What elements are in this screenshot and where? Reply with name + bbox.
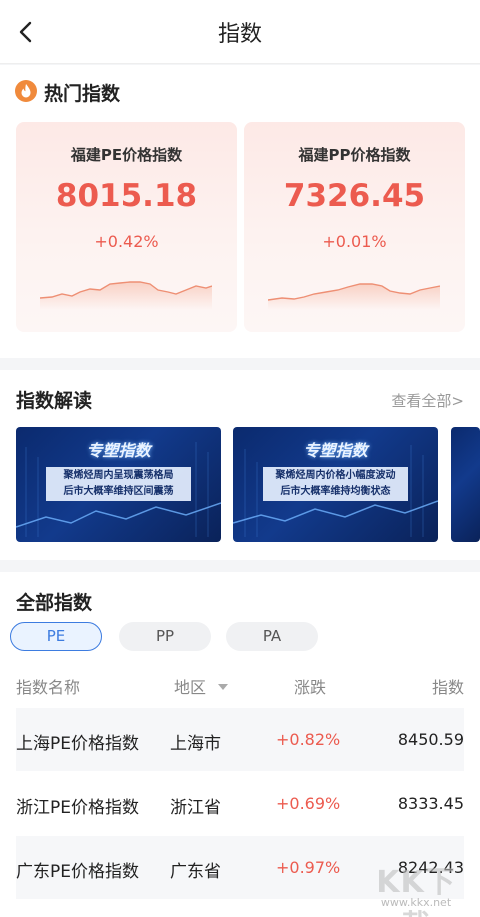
sparkline-chart [268, 283, 440, 310]
banner-title: 专塑指数 [86, 441, 151, 460]
column-header-region[interactable]: 地区 [174, 674, 206, 698]
table-row[interactable]: 上海PE价格指数 上海市 +0.82% 8450.59 [16, 708, 464, 771]
card-index-value: 8015.18 [55, 178, 198, 214]
index-reading-section: 指数解读 查看全部> 专塑指数 聚烯烃周内呈现震荡格局 后市大概率维持区间震荡 … [0, 370, 480, 560]
row-value: 8333.45 [397, 794, 464, 813]
row-region: 浙江省 [170, 798, 221, 818]
tab-pe[interactable]: PE [10, 622, 102, 651]
row-change: +0.82% [276, 730, 341, 749]
card-index-change: +0.01% [322, 232, 387, 251]
top-bar: 指数 [0, 0, 480, 64]
banner-line: 后市大概率维持区间震荡 [63, 486, 174, 497]
hot-index-title: 热门指数 [44, 83, 121, 105]
index-reading-title: 指数解读 [16, 390, 93, 412]
row-change: +0.97% [276, 858, 341, 877]
reading-banner[interactable]: 专塑指数 聚烯烃周内呈现震荡格局 后市大概率维持区间震荡 [16, 427, 221, 542]
row-index-name: 广东PE价格指数 [16, 862, 139, 882]
tab-pa[interactable]: PA [226, 622, 318, 651]
banner-line: 后市大概率维持均衡状态 [280, 486, 391, 497]
hot-index-card[interactable]: 福建PP价格指数 7326.45 +0.01% [244, 122, 465, 332]
watermark-url: www.kkx.net [380, 896, 452, 909]
banner-text: 聚烯烃周内呈现震荡格局 后市大概率维持区间震荡 [46, 467, 191, 501]
tab-pp[interactable]: PP [119, 622, 211, 651]
banner-line: 聚烯烃周内价格小幅度波动 [275, 470, 396, 481]
banner-title: 专塑指数 [303, 441, 368, 460]
row-region: 上海市 [170, 734, 221, 754]
reading-banner[interactable]: 专塑指数 聚烯烃周内价格小幅度波动 后市大概率维持均衡状态 [233, 427, 438, 542]
hot-index-card[interactable]: 福建PE价格指数 8015.18 +0.42% [16, 122, 237, 332]
all-index-section: 全部指数 PE PP PA 指数名称 地区 涨跌 指数 上海PE价格指数 上海市… [0, 572, 480, 917]
card-index-name: 福建PP价格指数 [298, 146, 411, 164]
sparkline-chart [40, 281, 212, 310]
row-change: +0.69% [276, 794, 341, 813]
column-header-value: 指数 [431, 678, 464, 697]
row-region: 广东省 [170, 862, 221, 882]
all-index-title: 全部指数 [16, 592, 93, 614]
table-row[interactable]: 浙江PE价格指数 浙江省 +0.69% 8333.45 [16, 772, 464, 835]
watermark-logo: KK下载 www.kkx.net [366, 857, 466, 917]
row-index-name: 浙江PE价格指数 [16, 798, 139, 818]
banner-line: 聚烯烃周内呈现震荡格局 [63, 470, 174, 481]
hot-index-section: 热门指数 福建PE价格指数 8015.18 +0.42% 福建PP价格指数 73… [0, 65, 480, 358]
card-index-change: +0.42% [94, 232, 159, 251]
view-all-link[interactable]: 查看全部> [391, 390, 464, 411]
card-index-value: 7326.45 [283, 178, 426, 214]
table-header: 指数名称 地区 涨跌 指数 [0, 674, 480, 698]
row-index-name: 上海PE价格指数 [16, 734, 139, 754]
banner-text: 聚烯烃周内价格小幅度波动 后市大概率维持均衡状态 [263, 467, 408, 501]
column-header-change: 涨跌 [294, 678, 327, 697]
dropdown-triangle-icon[interactable] [218, 684, 228, 690]
card-index-name: 福建PE价格指数 [70, 146, 183, 164]
reading-banner-partial[interactable] [451, 427, 480, 542]
page-title: 指数 [217, 22, 262, 47]
fire-icon [15, 80, 37, 102]
column-header-name: 指数名称 [16, 678, 81, 697]
row-value: 8450.59 [397, 730, 464, 749]
